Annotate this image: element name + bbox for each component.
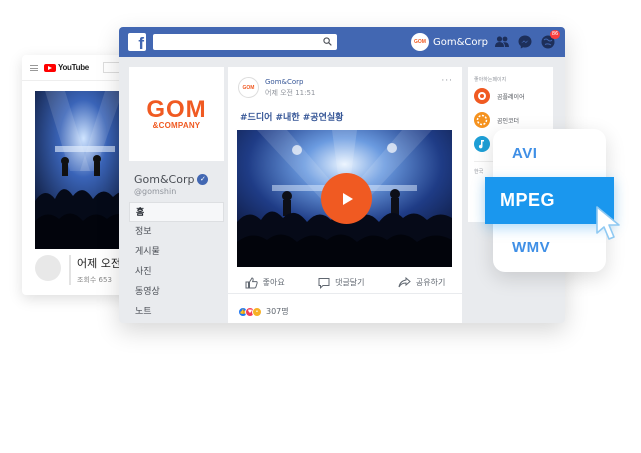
- facebook-topbar: f GOM Gom&Corp 86: [119, 27, 565, 57]
- messenger-icon[interactable]: [517, 34, 533, 50]
- post-actions: 좋아요 댓글달기 공유하기: [228, 272, 462, 294]
- notification-badge: 86: [550, 30, 560, 39]
- reaction-count: 307명: [266, 307, 289, 316]
- post-author[interactable]: Gom&Corp: [265, 78, 315, 86]
- post-hashtags[interactable]: #드디어 #내한 #공연실황: [240, 110, 343, 123]
- search-icon[interactable]: [323, 37, 332, 46]
- channel-avatar[interactable]: [35, 255, 61, 281]
- thumbs-up-icon: [245, 276, 258, 288]
- wow-reaction-icon: •: [252, 306, 262, 317]
- page-name[interactable]: Gom&Corp: [134, 173, 194, 186]
- nav-item-posts[interactable]: 게시물: [129, 242, 224, 262]
- format-option-mpeg-label: MPEG: [500, 190, 556, 210]
- liked-pages-title: 좋아하는페이지: [474, 77, 507, 83]
- liked-page-label: 곰플레이어: [497, 93, 525, 101]
- share-label: 공유하기: [415, 278, 446, 287]
- youtube-video-info: 어제 오전 조회수 653: [35, 255, 121, 285]
- post-avatar[interactable]: GOM: [238, 77, 259, 98]
- nav-item-notes[interactable]: 노트: [129, 302, 224, 322]
- profile-avatar: GOM: [411, 33, 429, 51]
- liked-page-item[interactable]: 곰인코더: [468, 109, 553, 131]
- liked-page-item[interactable]: 곰플레이어: [468, 85, 553, 107]
- concert-image: [35, 91, 132, 249]
- page-sidebar: GOM &COMPANY Gom&Corp ✓ @gomshin 홈 정보 게시…: [129, 67, 224, 322]
- like-button[interactable]: 좋아요: [245, 276, 285, 289]
- logo-subtext: &COMPANY: [152, 120, 201, 130]
- post-header: GOM Gom&Corp 어제 오전 11:51: [238, 77, 315, 98]
- share-icon: [398, 277, 411, 288]
- nav-item-about[interactable]: 정보: [129, 222, 224, 242]
- play-button[interactable]: [321, 173, 372, 224]
- more-options-icon[interactable]: ···: [441, 76, 453, 86]
- page-profile-picture[interactable]: GOM &COMPANY: [129, 67, 224, 161]
- format-option-wmv[interactable]: WMV: [512, 239, 550, 256]
- gom-player-icon: [474, 88, 490, 104]
- verified-badge-icon: ✓: [197, 174, 209, 185]
- post-card: GOM Gom&Corp 어제 오전 11:51 ··· #드디어 #내한 #공…: [228, 67, 462, 323]
- menu-icon[interactable]: [30, 64, 38, 71]
- video-title[interactable]: 어제 오전: [77, 255, 121, 271]
- page-nav: 홈 정보 게시물 사진 동영상 노트: [129, 202, 224, 322]
- facebook-logo-icon[interactable]: f: [128, 33, 146, 51]
- play-icon: [342, 192, 353, 205]
- profile-link[interactable]: GOM Gom&Corp: [411, 33, 488, 51]
- search-input[interactable]: [153, 34, 337, 50]
- page-handle: @gomshin: [134, 187, 177, 196]
- comment-label: 댓글달기: [335, 278, 365, 287]
- post-video[interactable]: [237, 130, 452, 267]
- topbar-icons: 86: [494, 30, 560, 50]
- page-title: Gom&Corp ✓: [129, 173, 224, 186]
- music-app-icon: [474, 136, 490, 152]
- gom-encoder-icon: [474, 112, 490, 128]
- liked-page-label: 곰인코더: [497, 117, 520, 125]
- youtube-window: YouTube 어제 오전 조회수 653: [22, 55, 132, 295]
- comment-button[interactable]: 댓글달기: [318, 277, 365, 289]
- youtube-play-icon: [44, 63, 56, 72]
- nav-item-photos[interactable]: 사진: [129, 262, 224, 282]
- share-button[interactable]: 공유하기: [398, 277, 445, 288]
- video-views: 조회수 653: [77, 276, 112, 284]
- format-option-avi[interactable]: AVI: [512, 145, 537, 162]
- youtube-video-thumbnail[interactable]: [35, 91, 132, 249]
- youtube-brand: YouTube: [58, 63, 89, 72]
- reaction-summary[interactable]: 👍 ♥ • 307명: [238, 306, 289, 317]
- comment-icon: [318, 277, 330, 289]
- profile-name: Gom&Corp: [433, 36, 488, 48]
- nav-item-home[interactable]: 홈: [129, 202, 224, 222]
- friends-icon[interactable]: [494, 34, 510, 50]
- mouse-cursor-icon: [596, 206, 620, 240]
- notifications-button[interactable]: 86: [540, 30, 560, 50]
- youtube-logo[interactable]: YouTube: [44, 63, 89, 72]
- logo-text: GOM: [146, 95, 207, 123]
- post-timestamp[interactable]: 어제 오전 11:51: [265, 88, 315, 98]
- youtube-header: YouTube: [22, 55, 132, 81]
- like-label: 좋아요: [262, 278, 285, 287]
- nav-item-videos[interactable]: 동영상: [129, 282, 224, 302]
